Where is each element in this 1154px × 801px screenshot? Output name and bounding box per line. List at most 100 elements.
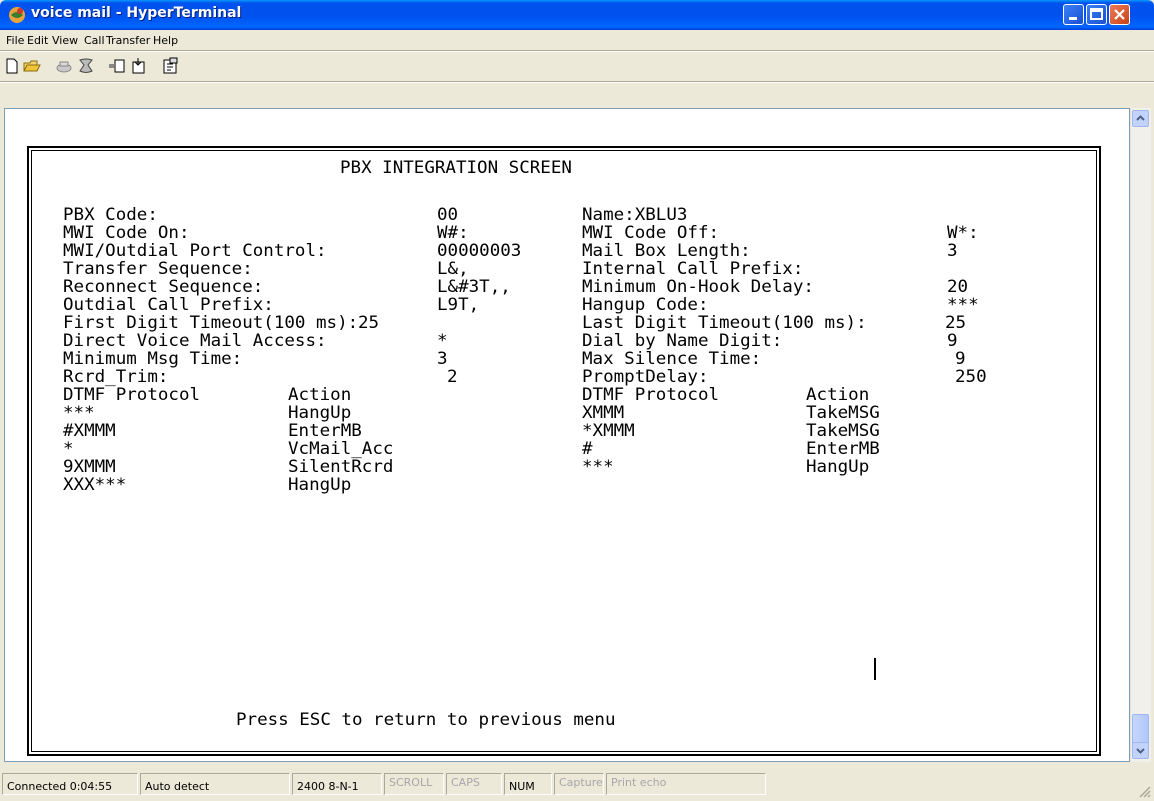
dtmf-protocol: XXX*** [63, 475, 127, 495]
scroll-up-button[interactable] [1132, 110, 1149, 127]
field-label: Transfer Sequence: [63, 259, 253, 279]
minimize-icon [1069, 17, 1077, 20]
dtmf-action: TakeMSG [806, 421, 880, 441]
vertical-scrollbar[interactable] [1130, 108, 1151, 762]
dtmf-protocol: # [582, 439, 593, 459]
menu-transfer[interactable]: Transfer [106, 34, 150, 47]
field-value: * [437, 331, 448, 351]
properties-icon[interactable] [160, 56, 180, 76]
menu-file[interactable]: File [6, 34, 24, 47]
dtmf-action: HangUp [288, 475, 352, 495]
toolbar-divider-highlight [0, 82, 1154, 83]
maximize-icon [1090, 8, 1103, 20]
window-title: voice mail - HyperTerminal [31, 5, 242, 21]
chevron-down-icon [1136, 748, 1145, 754]
field-value: L&, [437, 259, 469, 279]
field-label: Max Silence Time: [582, 349, 762, 369]
field-value: *** [947, 295, 979, 315]
dtmf-protocol: *** [63, 403, 95, 423]
field-label: Rcrd_Trim: [63, 367, 169, 387]
text-cursor [874, 658, 876, 680]
field-label: First Digit Timeout(100 ms): [63, 313, 359, 333]
field-label: Direct Voice Mail Access: [63, 331, 327, 351]
field-label: Outdial Call Prefix: [63, 295, 274, 315]
field-value: 25 [945, 313, 967, 333]
receive-icon[interactable] [129, 56, 149, 76]
close-icon [1114, 9, 1125, 20]
field-label: Minimum Msg Time: [63, 349, 243, 369]
dtmf-left-header-protocol: DTMF Protocol [63, 385, 201, 405]
dtmf-action: HangUp [806, 457, 870, 477]
field-label: MWI Code On: [63, 223, 190, 243]
field-value: L9T, [437, 295, 480, 315]
field-label: Name:XBLU3 [582, 205, 688, 225]
new-icon[interactable] [2, 56, 22, 76]
status-print-echo: Print echo [606, 773, 766, 795]
status-port-settings: 2400 8-N-1 [292, 773, 382, 795]
menu-view[interactable]: View [52, 34, 78, 47]
minimize-button[interactable] [1063, 4, 1084, 25]
field-value: 00000003 [437, 241, 522, 261]
field-label: Internal Call Prefix: [582, 259, 804, 279]
field-value: 9 [947, 331, 958, 351]
field-value: 3 [437, 349, 448, 369]
maximize-button[interactable] [1086, 4, 1107, 25]
dtmf-right-header-protocol: DTMF Protocol [582, 385, 720, 405]
disconnect-icon[interactable] [54, 56, 74, 76]
field-value: 9 [955, 349, 966, 369]
send-icon[interactable] [107, 56, 127, 76]
dtmf-protocol: #XMMM [63, 421, 116, 441]
field-label: MWI Code Off: [582, 223, 720, 243]
status-bar: Connected 0:04:55 Auto detect 2400 8-N-1… [0, 769, 1154, 801]
status-num: NUM [504, 773, 552, 795]
field-value: 3 [947, 241, 958, 261]
dtmf-protocol: XMMM [582, 403, 625, 423]
field-label: Mail Box Length: [582, 241, 751, 261]
close-button[interactable] [1109, 4, 1130, 25]
field-label: PBX Code: [63, 205, 158, 225]
menu-edit[interactable]: Edit [27, 34, 48, 47]
dtmf-right-header-action: Action [806, 385, 870, 405]
dtmf-protocol: *** [582, 457, 614, 477]
status-capture: Capture [554, 773, 604, 795]
hyperterminal-window: voice mail - HyperTerminal File Edit Vie… [0, 0, 1154, 801]
dtmf-action: EnterMB [806, 439, 880, 459]
dtmf-action: HangUp [288, 403, 352, 423]
dial-icon[interactable] [76, 56, 96, 76]
status-detect: Auto detect [140, 773, 290, 795]
scroll-down-button[interactable] [1132, 742, 1149, 759]
field-label: MWI/Outdial Port Control: [63, 241, 327, 261]
status-connection: Connected 0:04:55 [2, 773, 138, 795]
dtmf-action: SilentRcrd [288, 457, 394, 477]
field-value: 250 [955, 367, 987, 387]
field-value: 25 [358, 313, 380, 333]
field-value: 20 [947, 277, 969, 297]
field-label: Last Digit Timeout(100 ms): [582, 313, 867, 333]
toolbar [0, 52, 1154, 80]
title-bar[interactable]: voice mail - HyperTerminal [0, 0, 1154, 30]
dtmf-protocol: * [63, 439, 74, 459]
resize-grip-icon[interactable] [1138, 785, 1152, 799]
field-value: L&#3T,, [437, 277, 511, 297]
dtmf-action: TakeMSG [806, 403, 880, 423]
dtmf-protocol: 9XMMM [63, 457, 116, 477]
field-value: 00 [437, 205, 459, 225]
dtmf-left-header-action: Action [288, 385, 352, 405]
menu-call[interactable]: Call [84, 34, 105, 47]
field-label: Dial by Name Digit: [582, 331, 783, 351]
field-label: Minimum On-Hook Delay: [582, 277, 814, 297]
field-label: PromptDelay: [582, 367, 709, 387]
hyperterminal-app-icon [9, 7, 25, 23]
menu-bar: File Edit View Call Transfer Help [0, 30, 1154, 50]
field-label: Reconnect Sequence: [63, 277, 264, 297]
field-label: Hangup Code: [582, 295, 709, 315]
chevron-up-icon [1136, 115, 1145, 121]
menu-help[interactable]: Help [153, 34, 178, 47]
screen-heading: PBX INTEGRATION SCREEN [340, 158, 572, 178]
status-scroll: SCROLL [384, 773, 444, 795]
field-value: W*: [947, 223, 979, 243]
status-caps: CAPS [446, 773, 502, 795]
esc-prompt: Press ESC to return to previous menu [236, 710, 616, 730]
field-value: W#: [437, 223, 469, 243]
open-icon[interactable] [22, 56, 42, 76]
